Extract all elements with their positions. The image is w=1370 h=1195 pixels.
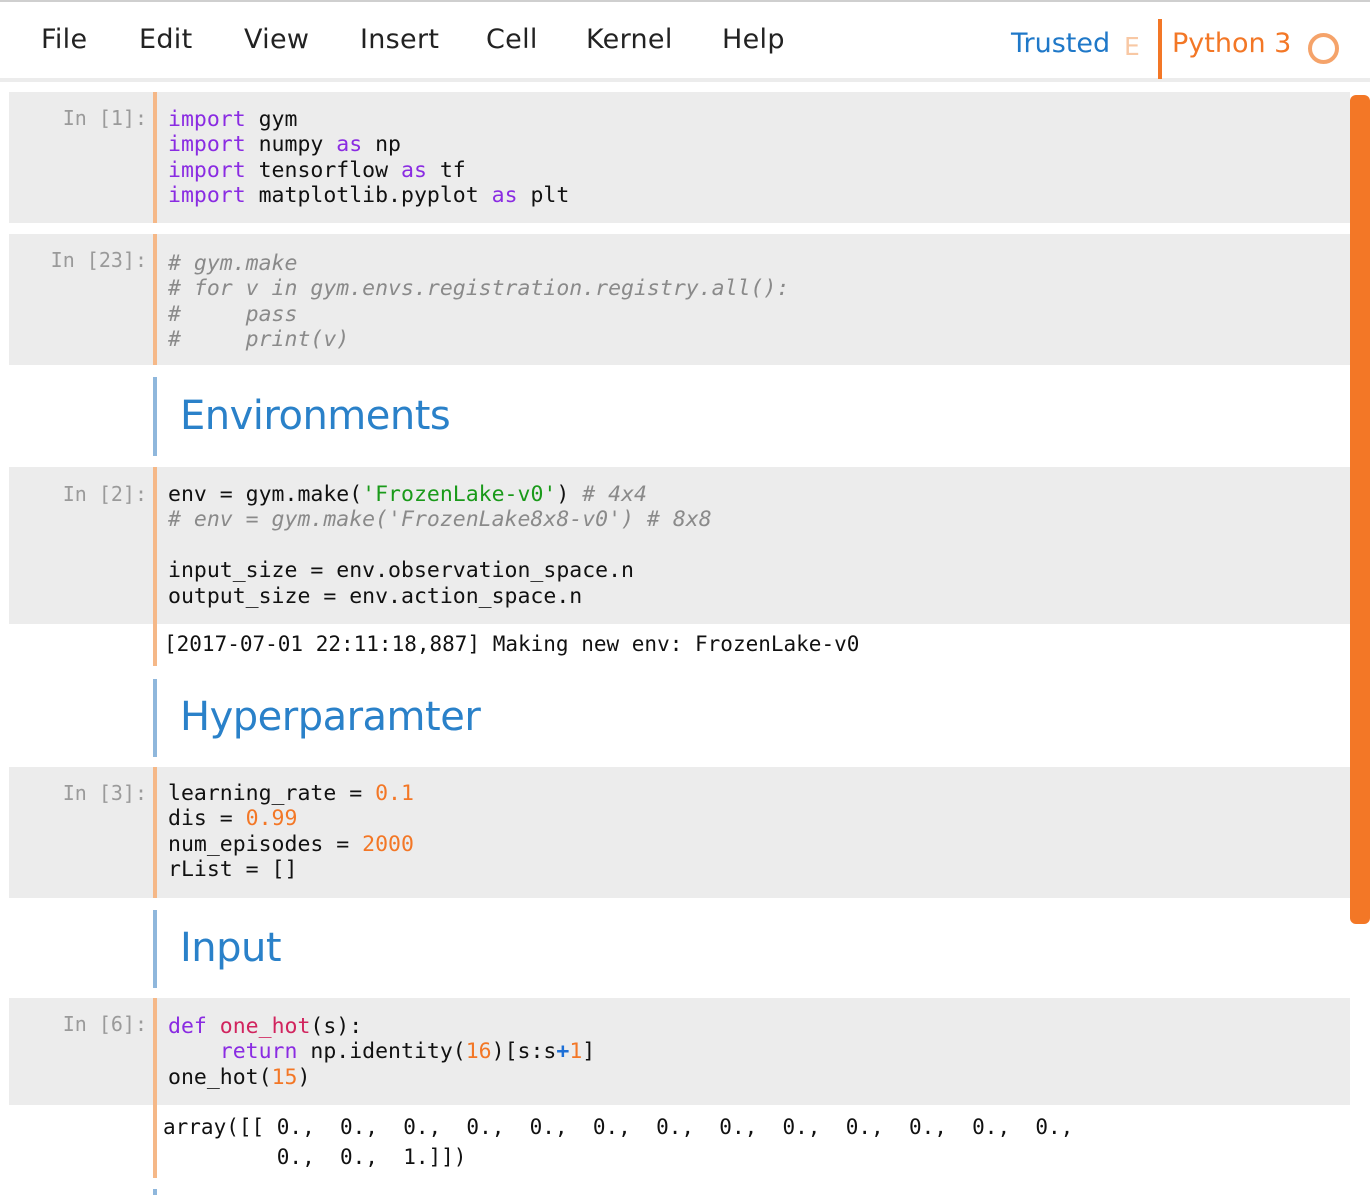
markdown-cell[interactable]: Environments (9, 377, 1350, 456)
code-token: 'FrozenLake-v0' (362, 482, 557, 507)
code-token: return (168, 1039, 298, 1065)
code-token: )[s:s (491, 1039, 557, 1065)
code-token: env = gym.make( (168, 482, 363, 507)
code-token: num_episodes = (168, 831, 363, 857)
code-line: # env = gym.make('FrozenLake8x8-v0') # 8… (168, 507, 712, 533)
output-text: [2017-07-01 22:11:18,887] Making new env… (164, 632, 860, 656)
output-line: 0., 0., 1.]]) (163, 1145, 467, 1169)
code-line: # pass (168, 301, 298, 327)
code-token: import (168, 157, 246, 183)
markdown-cell[interactable]: Input (9, 910, 1350, 988)
code-token: 0.1 (375, 781, 414, 806)
code-token: ) (297, 1064, 311, 1090)
markdown-cell[interactable]: Hyperparamter (9, 679, 1350, 757)
code-cell[interactable]: In [3]: learning_rate = 0.1 dis = 0.99 n… (9, 767, 1350, 898)
code-cell[interactable]: In [2]: env = gym.make('FrozenLake-v0') … (9, 467, 1350, 624)
kernel-idle-icon (1308, 33, 1339, 64)
code-cell[interactable]: In [6]: def one_hot(s): return np.identi… (9, 998, 1350, 1105)
cell-selection-bar (153, 910, 157, 988)
edit-mode-indicator: E (1124, 32, 1140, 61)
code-line: input_size = env.observation_space.n (168, 558, 634, 584)
scrollbar-thumb[interactable] (1350, 95, 1370, 924)
code-token: np (362, 132, 402, 158)
output-area: array([[ 0., 0., 0., 0., 0., 0., 0., 0.,… (9, 1105, 1350, 1178)
output-line: array([[ 0., 0., 0., 0., 0., 0., 0., 0.,… (163, 1115, 1074, 1139)
section-heading: Hyperparamter (180, 694, 481, 740)
input-prompt: In [6]: (62, 1012, 147, 1036)
code-line: # for v in gym.envs.registration.registr… (168, 276, 790, 302)
kernel-name[interactable]: Python 3 (1172, 28, 1291, 59)
menu-insert[interactable]: Insert (360, 24, 439, 55)
code-token: one_hot (206, 1014, 311, 1039)
cell-selection-bar (153, 679, 157, 757)
code-token: np.identity( (297, 1039, 466, 1065)
code-token: 1 (569, 1039, 583, 1065)
code-cell[interactable]: In [1]: import gym import numpy as np im… (9, 92, 1350, 223)
input-prompt: In [3]: (62, 781, 147, 805)
code-token: import (168, 183, 246, 209)
output-text: array([[ 0., 0., 0., 0., 0., 0., 0., 0.,… (163, 1112, 1073, 1172)
menu-edit[interactable]: Edit (139, 24, 193, 55)
code-token: tf (426, 157, 466, 183)
code-token: import (168, 132, 246, 158)
code-token: # 4x4 (582, 482, 647, 507)
next-cell-edge (9, 1189, 1350, 1195)
cell-selection-bar (153, 467, 157, 624)
menu-view[interactable]: View (244, 24, 309, 55)
code-input[interactable]: import gym import numpy as np import ten… (168, 107, 569, 209)
code-token: 0.99 (245, 806, 298, 832)
code-token: gym (245, 107, 298, 132)
cell-selection-bar (153, 624, 157, 666)
code-token: tensorflow (245, 157, 402, 183)
input-prompt: In [1]: (62, 106, 147, 130)
menubar: File Edit View Insert Cell Kernel Help T… (0, 0, 1370, 82)
code-token: one_hot( (168, 1064, 272, 1090)
code-token: dis = (168, 806, 246, 832)
menu-cell[interactable]: Cell (486, 24, 538, 55)
trusted-indicator[interactable]: Trusted (1011, 28, 1110, 59)
code-token: (s): (310, 1014, 363, 1039)
code-token: ] (582, 1039, 596, 1065)
output-area: [2017-07-01 22:11:18,887] Making new env… (9, 624, 1350, 666)
code-token: 15 (271, 1064, 298, 1090)
cell-selection-bar (153, 377, 157, 456)
code-token: ) (556, 482, 583, 507)
code-line: # print(v) (168, 327, 350, 353)
code-token: numpy (245, 132, 337, 158)
code-token: as (336, 132, 363, 158)
code-line: # gym.make (168, 251, 298, 276)
code-token: 16 (465, 1039, 492, 1065)
code-token: learning_rate = (168, 781, 376, 806)
code-token: as (491, 183, 518, 209)
code-input[interactable]: # gym.make # for v in gym.envs.registrat… (168, 251, 789, 353)
menu-file[interactable]: File (41, 24, 87, 55)
code-cell[interactable]: In [23]: # gym.make # for v in gym.envs.… (9, 234, 1350, 365)
section-heading: Environments (180, 393, 451, 439)
code-token: 2000 (362, 831, 414, 857)
code-token: def (168, 1014, 207, 1039)
cell-selection-bar (153, 767, 157, 898)
code-input[interactable]: learning_rate = 0.1 dis = 0.99 num_episo… (168, 781, 414, 883)
input-prompt: In [2]: (62, 482, 147, 506)
menu-help[interactable]: Help (722, 24, 785, 55)
cell-selection-bar (153, 234, 157, 365)
kernel-separator (1158, 19, 1162, 79)
cell-selection-bar (153, 1189, 157, 1195)
code-token: + (556, 1039, 570, 1065)
cell-selection-bar (153, 92, 157, 223)
menu-kernel[interactable]: Kernel (586, 24, 673, 55)
code-token: import (168, 107, 246, 132)
code-line: rList = [] (168, 857, 298, 883)
code-token: matplotlib.pyplot (245, 183, 492, 209)
code-token: as (401, 157, 427, 183)
input-prompt: In [23]: (50, 248, 147, 272)
cell-selection-bar (153, 1105, 157, 1178)
code-token: plt (517, 183, 570, 209)
section-heading: Input (180, 925, 282, 971)
code-line: output_size = env.action_space.n (168, 583, 583, 609)
code-input[interactable]: env = gym.make('FrozenLake-v0') # 4x4 # … (168, 482, 712, 609)
cell-selection-bar (153, 998, 157, 1105)
code-input[interactable]: def one_hot(s): return np.identity(16)[s… (168, 1014, 595, 1090)
